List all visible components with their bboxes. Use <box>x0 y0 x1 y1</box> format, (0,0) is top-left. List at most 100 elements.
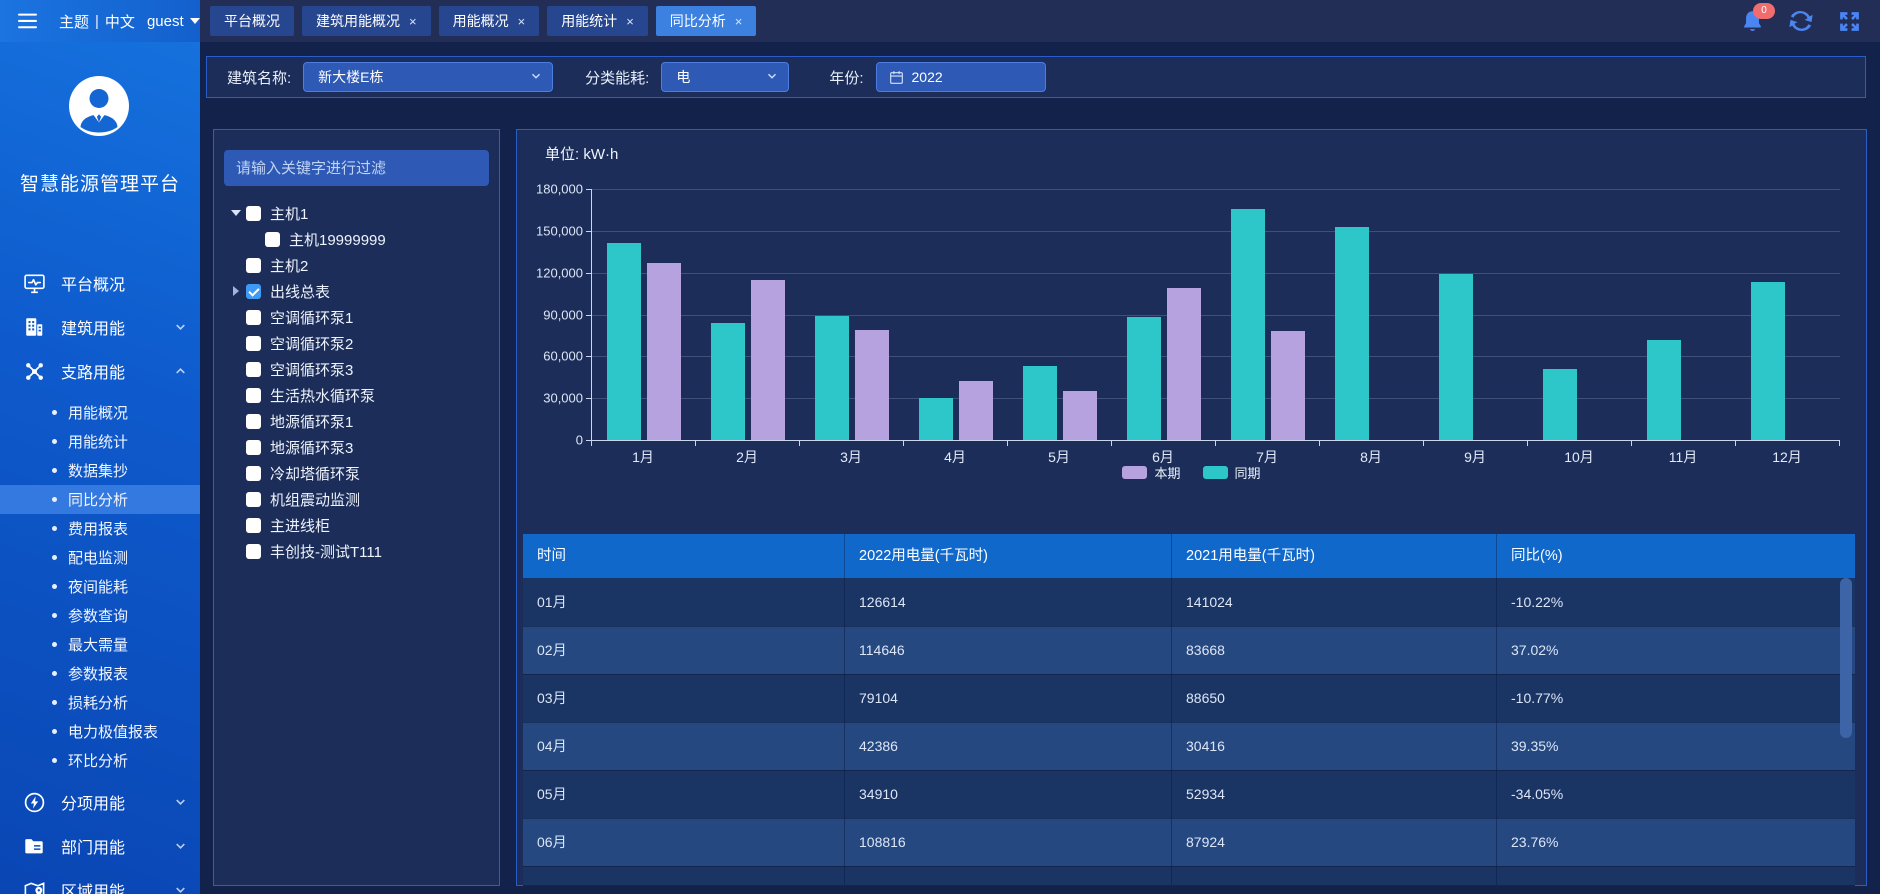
sidebar-item[interactable]: 分项用能 <box>0 780 200 824</box>
sidebar-subitem[interactable]: 用能概况 <box>0 398 200 427</box>
checkbox-unchecked[interactable] <box>246 544 261 559</box>
chart-bar-previous[interactable] <box>607 243 641 440</box>
sidebar-subitem[interactable]: 夜间能耗 <box>0 572 200 601</box>
sidebar-item-label: 平台概况 <box>61 271 125 295</box>
theme-toggle[interactable]: 主题 <box>59 11 89 32</box>
chart-bar-previous[interactable] <box>1647 340 1681 440</box>
year-picker[interactable]: 2022 <box>876 62 1046 92</box>
sidebar-item[interactable]: 建筑用能 <box>0 305 200 349</box>
tab-close-icon[interactable]: × <box>518 15 526 28</box>
checkbox-unchecked[interactable] <box>246 310 261 325</box>
tree-item-label[interactable]: 机组震动监测 <box>270 489 360 510</box>
tree-search-input[interactable] <box>224 150 489 186</box>
sidebar-subitem[interactable]: 最大需量 <box>0 630 200 659</box>
tree-item-label[interactable]: 生活热水循环泵 <box>270 385 375 406</box>
chart-bar-current[interactable] <box>855 330 889 440</box>
checkbox-unchecked[interactable] <box>246 466 261 481</box>
tab-close-icon[interactable]: × <box>626 15 634 28</box>
caret-right-icon[interactable] <box>228 283 244 299</box>
tab-item[interactable]: 用能概况× <box>439 6 540 36</box>
tab-item[interactable]: 用能统计× <box>547 6 648 36</box>
energy-type-select[interactable]: 电 <box>661 62 789 92</box>
refresh-icon[interactable] <box>1787 7 1815 35</box>
chart-bar-previous[interactable] <box>1439 274 1473 440</box>
fullscreen-icon[interactable] <box>1837 9 1862 34</box>
tab-item[interactable]: 同比分析× <box>656 6 757 36</box>
tree-item-label[interactable]: 地源循环泵3 <box>270 437 353 458</box>
chart-bar-previous[interactable] <box>1127 317 1161 440</box>
table-header-cell: 同比(%) <box>1497 534 1855 578</box>
sidebar-subitem[interactable]: 用能统计 <box>0 427 200 456</box>
tab-item[interactable]: 建筑用能概况× <box>302 6 431 36</box>
tab-item[interactable]: 平台概况 <box>210 6 294 36</box>
tab-close-icon[interactable]: × <box>409 15 417 28</box>
chart-bar-previous[interactable] <box>711 323 745 440</box>
tree-item-label[interactable]: 主机2 <box>270 255 308 276</box>
tree-item-label[interactable]: 地源循环泵1 <box>270 411 353 432</box>
tree-item-label[interactable]: 主进线柜 <box>270 515 330 536</box>
tree-item-label[interactable]: 丰创技-测试T111 <box>270 541 382 562</box>
chart-bar-previous[interactable] <box>1231 209 1265 440</box>
checkbox-unchecked[interactable] <box>246 206 261 221</box>
chart-bar-current[interactable] <box>959 381 993 440</box>
checkbox-unchecked[interactable] <box>246 492 261 507</box>
checkbox-unchecked[interactable] <box>246 362 261 377</box>
sidebar-subitem[interactable]: 参数查询 <box>0 601 200 630</box>
checkbox-checked[interactable] <box>246 284 261 299</box>
sidebar-subitem[interactable]: 同比分析 <box>0 485 200 514</box>
sidebar-item[interactable]: 支路用能 <box>0 349 200 393</box>
x-axis-tick <box>1319 441 1320 446</box>
building-select[interactable]: 新大楼E栋 <box>303 62 553 92</box>
tree-item-label[interactable]: 主机19999999 <box>289 229 386 250</box>
chart-bar-previous[interactable] <box>815 316 849 440</box>
hamburger-menu-icon[interactable] <box>16 12 39 31</box>
notification-bell-icon[interactable]: 0 <box>1740 8 1765 35</box>
checkbox-unchecked[interactable] <box>246 336 261 351</box>
table-scrollbar[interactable] <box>1840 578 1852 738</box>
chart-bar-current[interactable] <box>1271 331 1305 440</box>
tab-close-icon[interactable]: × <box>735 15 743 28</box>
chart-bar-previous[interactable] <box>1023 366 1057 440</box>
tree-item: 主机1 <box>214 200 499 226</box>
tree-item-label[interactable]: 空调循环泵1 <box>270 307 353 328</box>
checkbox-unchecked[interactable] <box>246 258 261 273</box>
tree-item-label[interactable]: 冷却塔循环泵 <box>270 463 360 484</box>
chart-bar-current[interactable] <box>1063 391 1097 440</box>
sidebar-item[interactable]: 部门用能 <box>0 824 200 868</box>
chart-bar-previous[interactable] <box>919 398 953 440</box>
tree-item-label[interactable]: 空调循环泵2 <box>270 333 353 354</box>
chart-bar-current[interactable] <box>647 263 681 440</box>
tree-item-label[interactable]: 空调循环泵3 <box>270 359 353 380</box>
chart-bar-current[interactable] <box>751 280 785 440</box>
sidebar-subitem[interactable]: 费用报表 <box>0 514 200 543</box>
checkbox-unchecked[interactable] <box>246 518 261 533</box>
sidebar-subitem[interactable]: 数据集抄 <box>0 456 200 485</box>
chart-bar-previous[interactable] <box>1751 282 1785 440</box>
caret-down-icon[interactable] <box>228 205 244 221</box>
checkbox-unchecked[interactable] <box>246 414 261 429</box>
sidebar-subitem[interactable]: 损耗分析 <box>0 688 200 717</box>
table-cell: 04月 <box>523 722 845 771</box>
sidebar-item[interactable]: 区域用能 <box>0 868 200 894</box>
sidebar-item[interactable]: 平台概况 <box>0 261 200 305</box>
chart-bar-previous[interactable] <box>1543 369 1577 440</box>
sidebar-subitem[interactable]: 参数报表 <box>0 659 200 688</box>
sidebar-subitem[interactable]: 配电监测 <box>0 543 200 572</box>
tree-item-label[interactable]: 主机1 <box>270 203 308 224</box>
folder-icon <box>22 834 46 858</box>
chart-bar-current[interactable] <box>1167 288 1201 440</box>
sidebar-subitem[interactable]: 环比分析 <box>0 746 200 775</box>
x-axis-tick-label: 8月 <box>1319 447 1423 467</box>
sidebar-subitem[interactable]: 电力极值报表 <box>0 717 200 746</box>
checkbox-unchecked[interactable] <box>246 388 261 403</box>
y-axis-tick-label: 60,000 <box>521 349 583 364</box>
chart-bar-previous[interactable] <box>1335 227 1369 440</box>
table-cell: 108816 <box>845 818 1172 867</box>
tree-item-label[interactable]: 出线总表 <box>270 281 330 302</box>
checkbox-unchecked[interactable] <box>265 232 280 247</box>
checkbox-unchecked[interactable] <box>246 440 261 455</box>
user-menu[interactable]: guest <box>147 13 200 30</box>
language-toggle[interactable]: 中文 <box>105 11 135 32</box>
app-root: 主题 | 中文 guest 平台概况建筑用能概况×用能概况×用能统计×同比分析×… <box>0 0 1880 894</box>
x-axis-tick <box>799 441 800 446</box>
